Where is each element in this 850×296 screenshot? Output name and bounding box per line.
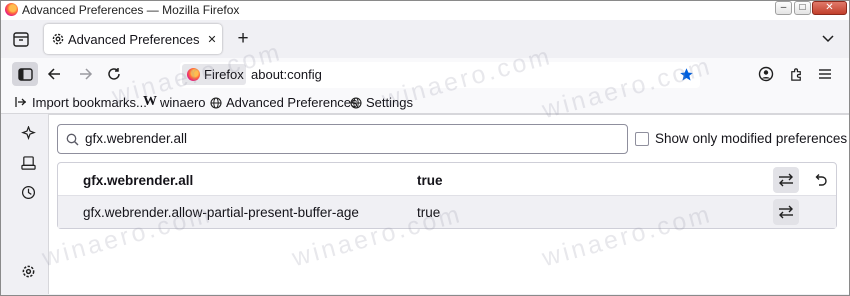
firefox-identity-icon: [187, 68, 200, 81]
globe-icon: [349, 96, 362, 109]
reset-icon[interactable]: [808, 168, 832, 192]
list-all-tabs-icon[interactable]: [818, 29, 838, 49]
globe-icon: [209, 96, 222, 109]
show-modified-checkbox[interactable]: [635, 132, 649, 146]
account-icon[interactable]: [757, 65, 775, 83]
firefox-view-icon[interactable]: [10, 29, 32, 49]
reload-button[interactable]: [105, 65, 123, 83]
gear-icon: [50, 31, 66, 47]
ai-chatbot-icon[interactable]: [19, 124, 37, 142]
minimize-button[interactable]: –: [775, 1, 792, 15]
bookmark-settings[interactable]: Settings: [366, 95, 413, 110]
show-modified-label[interactable]: Show only modified preferences: [655, 131, 847, 146]
tab-label: Advanced Preferences: [68, 32, 200, 47]
winaero-favicon-icon: W: [143, 94, 157, 109]
sidebar-icon: [16, 66, 34, 82]
window-title: Advanced Preferences — Mozilla Firefox: [22, 3, 240, 17]
close-window-button[interactable]: ✕: [812, 1, 847, 15]
sidebar-settings-icon[interactable]: [19, 262, 37, 280]
forward-button[interactable]: [77, 65, 95, 83]
pref-name: gfx.webrender.allow-partial-present-buff…: [83, 205, 359, 220]
bookmark-winaero[interactable]: winaero: [160, 95, 206, 110]
synced-tabs-icon[interactable]: [19, 154, 37, 172]
toggle-button[interactable]: [773, 199, 799, 225]
new-tab-button[interactable]: +: [233, 28, 253, 49]
bookmark-advanced-preferences[interactable]: Advanced Preferences: [226, 95, 358, 110]
pref-name: gfx.webrender.all: [83, 173, 194, 188]
import-icon: [14, 95, 28, 109]
maximize-button[interactable]: □: [794, 1, 811, 15]
menu-icon[interactable]: [816, 65, 834, 83]
bookmark-star-icon[interactable]: [678, 66, 694, 82]
search-icon: [65, 132, 80, 147]
identity-label: Firefox: [204, 67, 244, 82]
back-button[interactable]: [45, 65, 63, 83]
pref-value[interactable]: true: [417, 173, 443, 188]
toggle-button[interactable]: [773, 167, 799, 193]
extensions-icon[interactable]: [787, 65, 805, 83]
close-tab-icon[interactable]: ✕: [204, 31, 220, 47]
firefox-logo-icon: [5, 3, 18, 16]
history-icon[interactable]: [19, 183, 37, 201]
pref-value[interactable]: true: [417, 205, 440, 220]
url-text[interactable]: about:config: [251, 67, 322, 82]
bookmark-import[interactable]: Import bookmarks...: [32, 95, 147, 110]
search-value: gfx.webrender.all: [85, 131, 188, 146]
